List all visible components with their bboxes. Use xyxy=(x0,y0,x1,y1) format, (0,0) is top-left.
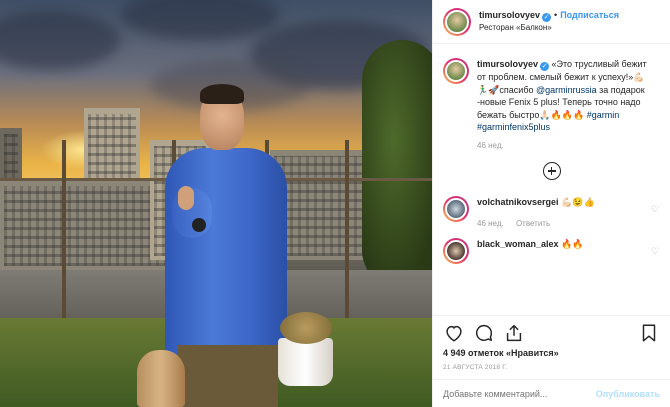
comment-age: 46 нед. xyxy=(477,219,504,228)
post-actions: 4 949 отметок «Нравится» 21 августа 2018… xyxy=(433,315,670,371)
caption-emoji: 🙏🏻🔥🔥🔥 xyxy=(539,109,585,120)
reply-button[interactable]: Ответить xyxy=(516,219,550,228)
heart-icon[interactable] xyxy=(443,322,465,344)
hashtag-link[interactable]: #garminfenix5plus xyxy=(477,122,550,132)
comment-item: volchatnikovsergei 💪🏻😉👍 46 нед. Ответить… xyxy=(443,196,660,230)
comment-username[interactable]: black_woman_alex xyxy=(477,239,559,249)
hashtag-link[interactable]: #garmin xyxy=(587,110,620,120)
person-shirt xyxy=(165,148,287,358)
comment-text: 💪🏻😉👍 xyxy=(561,197,595,207)
comment-avatar[interactable] xyxy=(443,196,469,222)
cloud xyxy=(120,0,280,40)
caption-age: 46 нед. xyxy=(477,140,504,150)
header-username[interactable]: timursolovyev xyxy=(479,10,540,20)
caption-text: спасибо xyxy=(499,84,536,95)
comment-username[interactable]: volchatnikovsergei xyxy=(477,197,559,207)
comment-icon[interactable] xyxy=(473,322,495,344)
location-link[interactable]: Ресторан «Балкон» xyxy=(479,22,619,34)
person-pants xyxy=(178,345,278,407)
avatar[interactable] xyxy=(443,7,471,36)
post-header: timursolovyev ✓ • Подписаться Ресторан «Бал… xyxy=(433,0,670,44)
likes-count[interactable]: 4 949 отметок «Нравится» xyxy=(443,348,660,358)
cloud xyxy=(0,10,120,70)
caption: timursolovyev ✓ «Это трусливый бежит от п… xyxy=(443,58,660,152)
verified-badge-icon: ✓ xyxy=(542,13,552,22)
plant xyxy=(280,312,332,344)
comment-item: black_woman_alex 🔥🔥 ♡ xyxy=(443,238,660,264)
watch xyxy=(192,218,206,232)
caption-username[interactable]: timursolovyev xyxy=(477,59,538,69)
follow-button[interactable]: Подписаться xyxy=(560,10,619,20)
post-panel: timursolovyev ✓ • Подписаться Ресторан «Бал… xyxy=(432,0,670,407)
comment-text: 🔥🔥 xyxy=(561,239,584,249)
tree-stump xyxy=(137,350,185,407)
person-hair xyxy=(200,84,244,104)
thumbs-up xyxy=(178,186,194,210)
post-date: 21 августа 2018 г. xyxy=(443,364,508,371)
railing-post xyxy=(345,140,349,320)
comment-avatar[interactable] xyxy=(443,238,469,264)
tree xyxy=(362,40,432,290)
share-icon[interactable] xyxy=(503,322,525,344)
bookmark-icon[interactable] xyxy=(638,322,660,344)
post-comment-button[interactable]: Опубликовать xyxy=(596,389,660,399)
caption-body: timursolovyev ✓ «Это трусливый бежит от п… xyxy=(477,58,655,152)
comment-like-icon[interactable]: ♡ xyxy=(650,204,660,215)
separator-dot: • xyxy=(554,10,558,20)
load-more-comments-icon[interactable] xyxy=(542,162,561,180)
comments-scroll-area[interactable]: timursolovyev ✓ «Это трусливый бежит от п… xyxy=(433,44,670,315)
add-comment-bar: Опубликовать xyxy=(433,379,670,407)
caption-avatar[interactable] xyxy=(443,58,469,84)
flower-pot xyxy=(278,338,333,386)
comment-input[interactable] xyxy=(443,388,596,399)
mention-link[interactable]: @garminrussia xyxy=(536,85,597,95)
comment-like-icon[interactable]: ♡ xyxy=(650,246,660,257)
railing-post xyxy=(62,140,66,320)
verified-badge-icon: ✓ xyxy=(540,62,550,71)
post-photo[interactable] xyxy=(0,0,432,407)
